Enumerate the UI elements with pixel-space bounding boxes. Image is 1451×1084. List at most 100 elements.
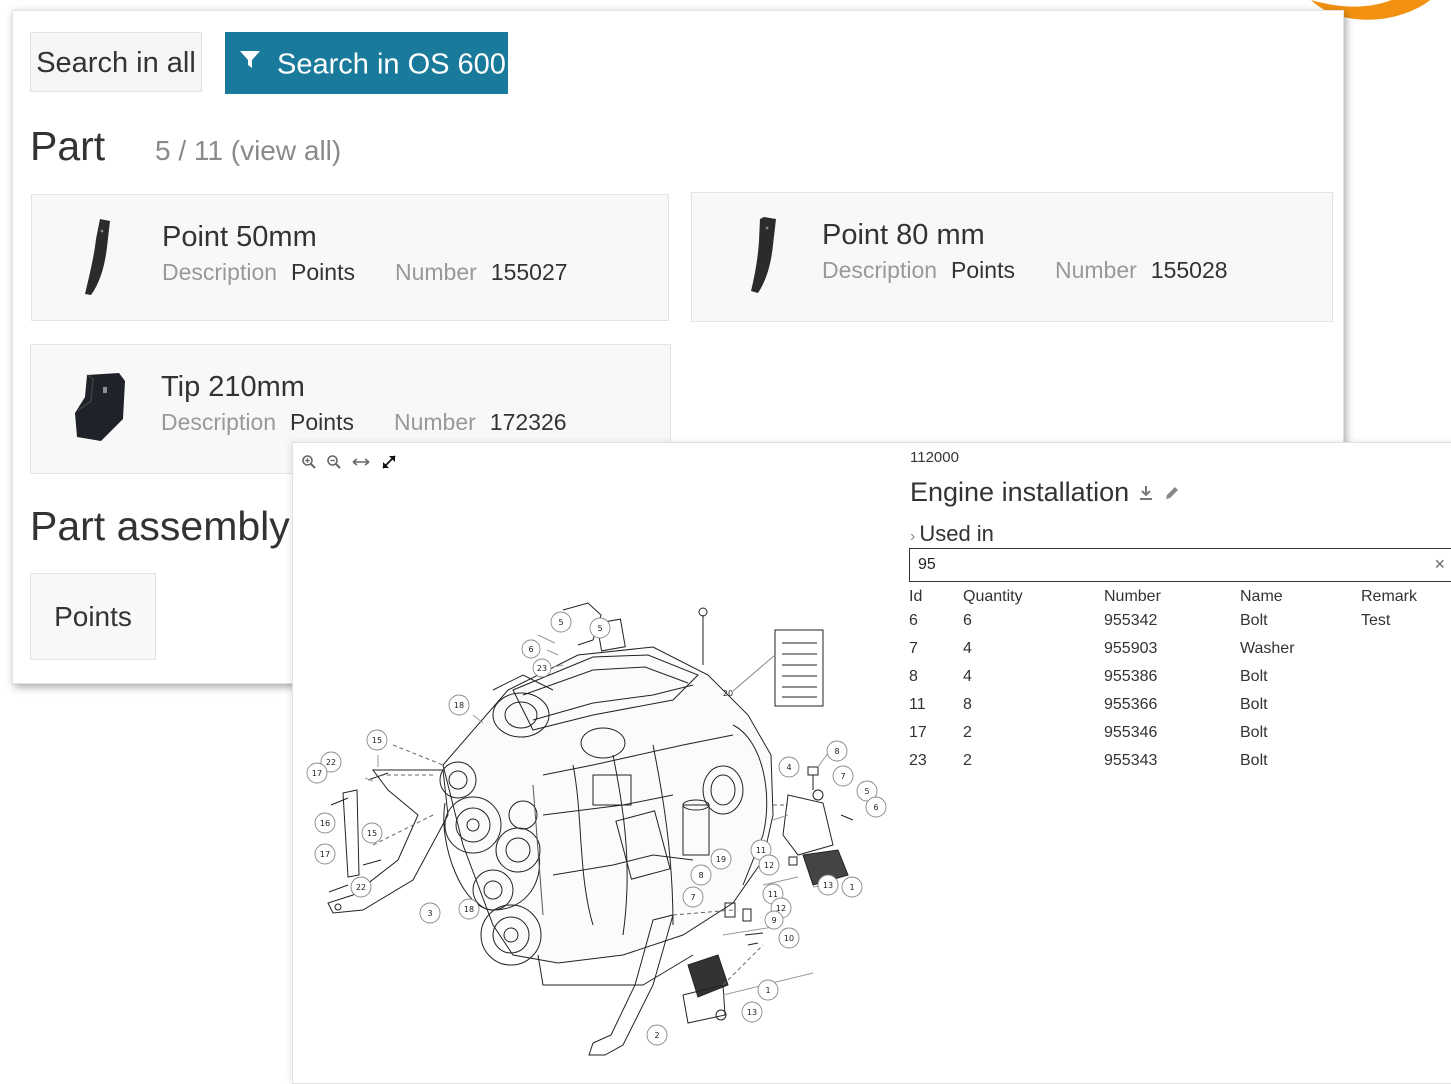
- callout-label: 8: [834, 747, 839, 756]
- cell-name: Bolt: [1240, 696, 1268, 713]
- cell-remark: [1359, 747, 1451, 775]
- description-label: Description: [822, 257, 938, 283]
- col-header-remark[interactable]: Remark: [1359, 585, 1451, 607]
- part-filter-field[interactable]: ×: [909, 548, 1451, 582]
- cell-id: 7: [909, 640, 918, 657]
- table-row[interactable]: 17 2 955346 Bolt: [907, 719, 1451, 747]
- cell-id: 6: [909, 612, 918, 629]
- cell-quantity: 8: [963, 696, 972, 713]
- table-row[interactable]: 8 4 955386 Bolt: [907, 663, 1451, 691]
- number-label: Number: [393, 409, 476, 435]
- cell-name: Washer: [1240, 640, 1295, 657]
- callout-label: 5: [597, 624, 602, 633]
- number-value: 172326: [489, 409, 567, 435]
- table-row[interactable]: 7 4 955903 Washer: [907, 635, 1451, 663]
- clear-filter-icon[interactable]: ×: [1434, 554, 1445, 575]
- zoom-in-icon[interactable]: [301, 454, 317, 475]
- callout-label: 7: [690, 893, 695, 902]
- callout-label: 16: [320, 819, 330, 828]
- part-card[interactable]: Point 80 mm Description Points Number 15502…: [691, 192, 1333, 322]
- table-row[interactable]: 11 8 955366 Bolt: [907, 691, 1451, 719]
- number-value: 155028: [1150, 257, 1228, 283]
- fit-width-icon[interactable]: [351, 454, 371, 475]
- search-all-button[interactable]: Search in all: [30, 32, 202, 92]
- description-label: Description: [161, 409, 277, 435]
- callout-label: 15: [367, 829, 377, 838]
- description-value: Points: [291, 259, 355, 285]
- curved-point-icon: [85, 219, 110, 295]
- callout-label: 1: [765, 986, 770, 995]
- fullscreen-icon[interactable]: [380, 453, 398, 476]
- callout-label: 22: [356, 883, 366, 892]
- description-value: Points: [951, 257, 1015, 283]
- callout-label: 12: [764, 861, 774, 870]
- callout-label: 6: [528, 645, 533, 654]
- assembly-item-points[interactable]: Points: [30, 573, 156, 660]
- col-header-id[interactable]: Id: [907, 585, 961, 607]
- callout-label: 13: [747, 1008, 757, 1017]
- part-card[interactable]: Point 50mm Description Points Number 155027: [31, 194, 669, 321]
- assembly-title-text: Engine installation: [910, 477, 1130, 507]
- cell-quantity: 2: [963, 724, 972, 741]
- table-row[interactable]: 23 2 955343 Bolt: [907, 747, 1451, 775]
- callout-label: 4: [786, 763, 791, 772]
- col-header-quantity[interactable]: Quantity: [961, 585, 1102, 607]
- part-title: Point 80 mm: [822, 219, 985, 251]
- col-header-number[interactable]: Number: [1102, 585, 1238, 607]
- engine-exploded-drawing[interactable]: 5 5 6 23 20 18 15 22 17 16 15 17 22 3 18…: [293, 515, 888, 1075]
- part-section-heading: Part: [30, 123, 106, 169]
- part-title: Point 50mm: [162, 221, 317, 253]
- callout-label: 18: [464, 905, 474, 914]
- callout-label: 8: [698, 871, 703, 880]
- cell-id: 17: [909, 724, 927, 741]
- cell-quantity: 4: [963, 668, 972, 685]
- callout-label: 13: [823, 881, 833, 890]
- callout-label: 6: [873, 803, 878, 812]
- part-meta: Description Points Number 155028: [822, 257, 1228, 284]
- cell-remark: [1359, 663, 1451, 691]
- callout-label: 22: [326, 758, 336, 767]
- cell-number: 955366: [1104, 696, 1158, 713]
- part-assembly-heading: Part assembly: [30, 503, 290, 549]
- assembly-number: 112000: [910, 449, 959, 466]
- callout-label: 9: [771, 916, 776, 925]
- cell-name: Bolt: [1240, 752, 1268, 769]
- callout-label: 10: [784, 934, 794, 943]
- description-value: Points: [290, 409, 354, 435]
- cell-number: 955343: [1104, 752, 1158, 769]
- cell-name: Bolt: [1240, 612, 1268, 629]
- callout-label: 11: [756, 846, 766, 855]
- cell-id: 11: [909, 696, 926, 713]
- number-label: Number: [394, 259, 477, 285]
- description-label: Description: [162, 259, 278, 285]
- filter-icon: [239, 30, 261, 92]
- table-row[interactable]: 6 6 955342 Bolt Test: [907, 607, 1451, 635]
- callout-label: 7: [840, 772, 845, 781]
- cell-name: Bolt: [1240, 668, 1268, 685]
- download-icon[interactable]: [1137, 478, 1155, 509]
- cell-number: 955903: [1104, 640, 1158, 657]
- part-meta: Description Points Number 172326: [161, 409, 567, 436]
- callout-label: 23: [537, 664, 547, 673]
- search-filtered-button[interactable]: Search in OS 600: [225, 32, 508, 94]
- callout-label: 5: [558, 618, 563, 627]
- callout-label: 19: [716, 855, 726, 864]
- callout-label: 3: [427, 909, 432, 918]
- cell-remark: Test: [1361, 612, 1391, 629]
- zoom-out-icon[interactable]: [326, 454, 342, 475]
- part-filter-input[interactable]: [918, 553, 1398, 577]
- chevron-right-icon: ›: [910, 528, 916, 545]
- callout-label: 17: [320, 850, 330, 859]
- cell-id: 23: [909, 752, 927, 769]
- cell-quantity: 2: [963, 752, 972, 769]
- col-header-name[interactable]: Name: [1238, 585, 1359, 607]
- edit-icon[interactable]: [1163, 478, 1181, 509]
- search-filtered-label: Search in OS 600: [277, 48, 506, 81]
- callout-label: 2: [654, 1031, 659, 1040]
- callout-label: 5: [864, 787, 869, 796]
- part-count-view-all-link[interactable]: 5 / 11 (view all): [155, 135, 341, 167]
- callout-label: 17: [312, 769, 322, 778]
- used-in-toggle[interactable]: › Used in: [910, 521, 994, 547]
- part-title: Tip 210mm: [161, 371, 305, 403]
- cell-remark: [1359, 691, 1451, 719]
